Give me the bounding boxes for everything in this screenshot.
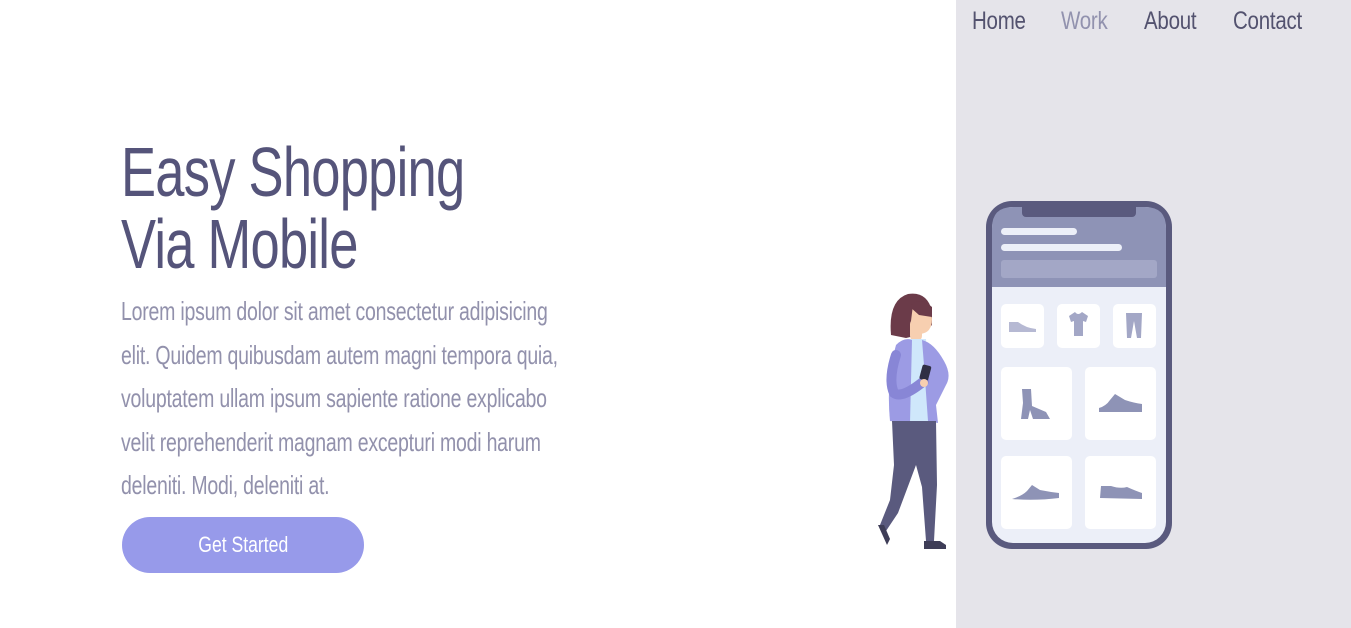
hero-description-line: Lorem ipsum dolor sit amet consectetur a…	[121, 296, 548, 326]
get-started-label: Get Started	[197, 532, 288, 557]
hero-description: Lorem ipsum dolor sit amet consectetur a…	[121, 290, 586, 508]
nav-link-about[interactable]: About	[1144, 7, 1217, 36]
hero-title: Easy Shopping Via Mobile	[121, 133, 465, 283]
woman-with-phone-illustration	[878, 293, 949, 549]
nav-link-contact[interactable]: Contact	[1233, 7, 1302, 36]
top-nav: Home Work About Contact	[972, 4, 1317, 38]
hero-description-line: elit. Quidem quibusdam autem magni tempo…	[121, 339, 558, 370]
hero-title-line-2: Via Mobile	[121, 205, 358, 283]
hero-description-line: deleniti. Modi, deleniti at.	[121, 470, 330, 500]
hero-title-line-1: Easy Shopping	[121, 133, 465, 211]
hero-description-line: velit reprehenderit magnam excepturi mod…	[121, 426, 541, 457]
hero-description-line: voluptatem ullam ipsum sapiente ratione …	[121, 383, 547, 413]
nav-link-work[interactable]: Work	[1061, 7, 1129, 36]
get-started-button[interactable]: Get Started	[122, 517, 364, 573]
smartphone-illustration	[986, 201, 1172, 549]
nav-link-home[interactable]: Home	[972, 7, 1045, 36]
shopping-illustration	[878, 201, 1172, 549]
